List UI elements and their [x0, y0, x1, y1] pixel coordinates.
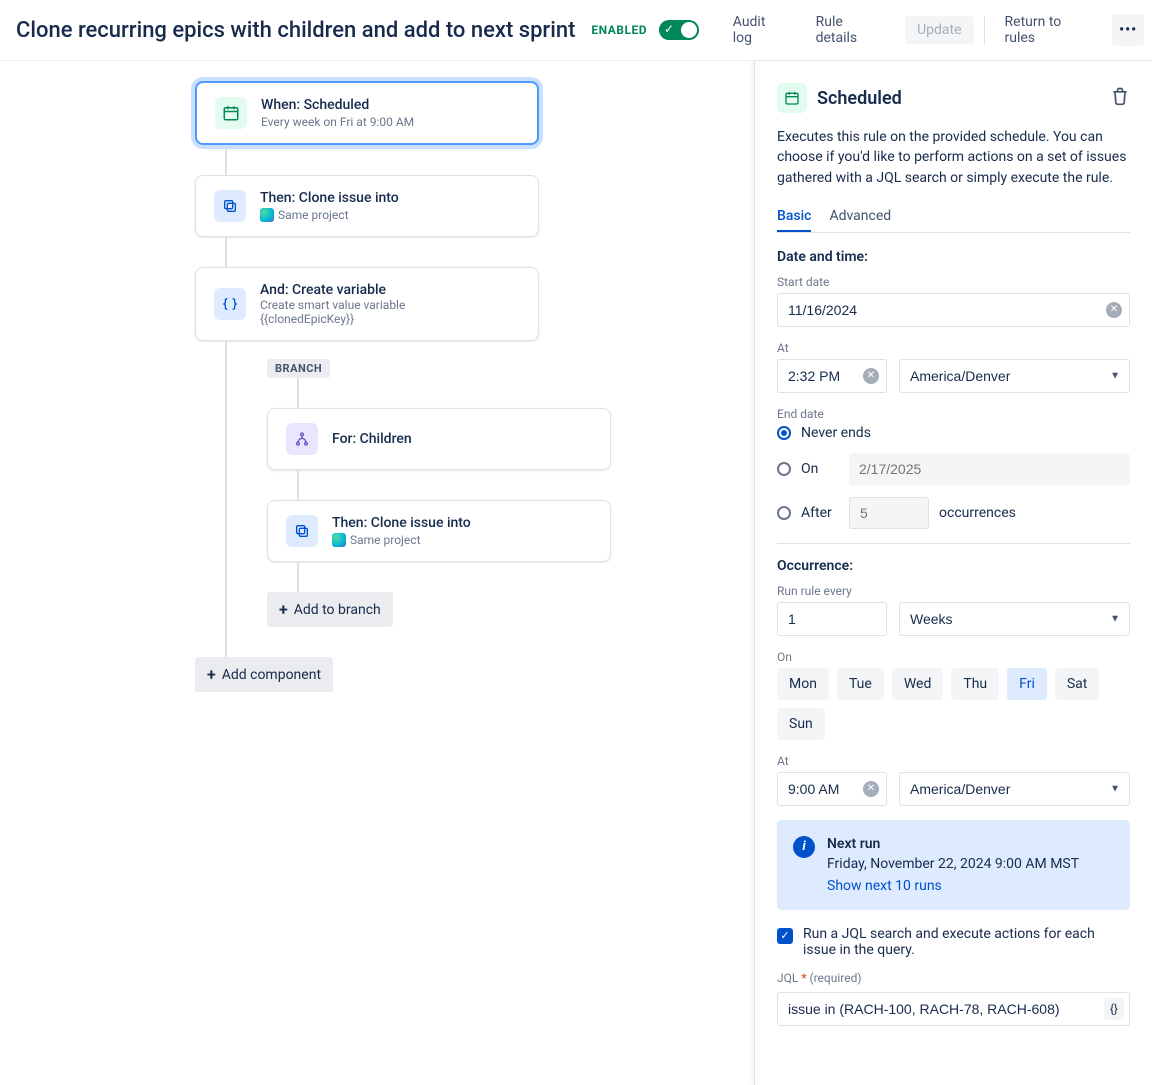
details-panel: Scheduled Executes this rule on the prov…: [754, 61, 1152, 1085]
after-count-input[interactable]: [849, 497, 929, 529]
jql-checkbox[interactable]: ✓: [777, 928, 793, 944]
tab-advanced[interactable]: Advanced: [829, 202, 891, 232]
clone1-sub: Same project: [260, 208, 399, 222]
clone-node-1[interactable]: Then: Clone issue into Same project: [195, 175, 539, 237]
clear-icon[interactable]: ✕: [863, 781, 879, 797]
panel-description: Executes this rule on the provided sched…: [777, 127, 1130, 188]
clear-icon[interactable]: ✕: [1106, 302, 1122, 318]
run-every-input[interactable]: [777, 602, 887, 636]
show-next-runs-link[interactable]: Show next 10 runs: [827, 878, 1079, 894]
add-to-branch-button[interactable]: +Add to branch: [267, 592, 393, 627]
next-run-heading: Next run: [827, 836, 1079, 852]
end-date-label: End date: [777, 407, 1130, 421]
more-actions-button[interactable]: •••: [1112, 14, 1144, 46]
radio-on[interactable]: [777, 462, 791, 476]
clear-icon[interactable]: ✕: [863, 368, 879, 384]
occurrence-heading: Occurrence:: [777, 558, 1130, 574]
after-label: After: [801, 505, 839, 521]
var-sub2: {{clonedEpicKey}}: [260, 312, 405, 326]
divider: [777, 543, 1130, 544]
copy-icon: [214, 190, 246, 222]
day-mon[interactable]: Mon: [777, 668, 829, 700]
start-date-input[interactable]: [777, 293, 1130, 327]
day-tue[interactable]: Tue: [837, 668, 884, 700]
timezone2-select[interactable]: [899, 772, 1130, 806]
trigger-title: When: Scheduled: [261, 97, 414, 113]
enabled-label: ENABLED: [591, 23, 647, 37]
branch-for-title: For: Children: [332, 431, 412, 447]
connector: [297, 470, 299, 500]
check-icon: ✓: [664, 22, 674, 36]
calendar-icon: [215, 97, 247, 129]
copy-icon: [286, 515, 318, 547]
update-button[interactable]: Update: [905, 16, 973, 44]
tab-basic[interactable]: Basic: [777, 202, 811, 232]
return-to-rules-link[interactable]: Return to rules: [995, 8, 1105, 52]
radio-never-ends[interactable]: [777, 426, 791, 440]
rule-details-link[interactable]: Rule details: [806, 8, 897, 52]
clone1-title: Then: Clone issue into: [260, 190, 399, 206]
branch-for-node[interactable]: For: Children: [267, 408, 611, 470]
branch-tag: BRANCH: [267, 359, 330, 378]
radio-after[interactable]: [777, 506, 791, 520]
project-avatar: [332, 533, 346, 547]
clone-node-2[interactable]: Then: Clone issue into Same project: [267, 500, 611, 562]
run-every-label: Run rule every: [777, 584, 1130, 598]
day-wed[interactable]: Wed: [892, 668, 944, 700]
occurrences-label: occurrences: [939, 505, 1016, 521]
clone2-sub: Same project: [332, 533, 471, 547]
day-fri[interactable]: Fri: [1007, 668, 1047, 700]
page-title: Clone recurring epics with children and …: [16, 18, 575, 43]
toggle-knob: [681, 22, 697, 38]
page-header: Clone recurring epics with children and …: [0, 0, 1152, 61]
on-label: On: [801, 461, 839, 477]
run-unit-select[interactable]: [899, 602, 1130, 636]
variable-node[interactable]: And: Create variable Create smart value …: [195, 267, 539, 341]
delete-button[interactable]: [1110, 86, 1130, 110]
day-sun[interactable]: Sun: [777, 708, 825, 740]
day-thu[interactable]: Thu: [951, 668, 999, 700]
start-date-label: Start date: [777, 275, 1130, 289]
add-component-button[interactable]: +Add component: [195, 657, 333, 692]
info-icon: i: [793, 836, 815, 858]
var-sub: Create smart value variable: [260, 298, 405, 312]
panel-title: Scheduled: [817, 88, 1100, 109]
plus-icon: +: [279, 600, 288, 619]
jql-input[interactable]: [777, 992, 1130, 1026]
enabled-toggle[interactable]: ✓: [659, 20, 699, 40]
end-on-date-input[interactable]: [849, 453, 1130, 485]
calendar-icon: [777, 83, 807, 113]
day-sat[interactable]: Sat: [1055, 668, 1100, 700]
project-avatar: [260, 208, 274, 222]
trigger-node[interactable]: When: Scheduled Every week on Fri at 9:0…: [195, 81, 539, 145]
branch-icon: [286, 423, 318, 455]
audit-log-link[interactable]: Audit log: [723, 8, 798, 52]
jql-checkbox-label: Run a JQL search and execute actions for…: [803, 926, 1130, 958]
connector: [297, 562, 299, 592]
connector: [297, 378, 299, 408]
clone2-title: Then: Clone issue into: [332, 515, 471, 531]
braces-icon: [214, 288, 246, 320]
on-days-label: On: [777, 650, 1130, 664]
connector: [225, 237, 227, 267]
jql-label: JQL: [777, 971, 798, 985]
next-run-date: Friday, November 22, 2024 9:00 AM MST: [827, 856, 1079, 872]
trigger-sub: Every week on Fri at 9:00 AM: [261, 115, 414, 129]
plus-icon: +: [207, 665, 216, 684]
rule-canvas: When: Scheduled Every week on Fri at 9:0…: [0, 61, 754, 1085]
connector: [225, 627, 227, 657]
at2-label: At: [777, 754, 1130, 768]
next-run-info: i Next run Friday, November 22, 2024 9:0…: [777, 820, 1130, 910]
divider: [984, 16, 985, 44]
datetime-heading: Date and time:: [777, 249, 1130, 265]
day-selector: MonTueWedThuFriSat Sun: [777, 668, 1130, 740]
connector: [225, 145, 227, 175]
never-ends-label: Never ends: [801, 425, 871, 441]
var-title: And: Create variable: [260, 282, 405, 298]
at-label: At: [777, 341, 1130, 355]
jql-smart-values-button[interactable]: {}: [1104, 998, 1124, 1020]
jql-required: (required): [809, 971, 861, 985]
timezone-select[interactable]: [899, 359, 1130, 393]
